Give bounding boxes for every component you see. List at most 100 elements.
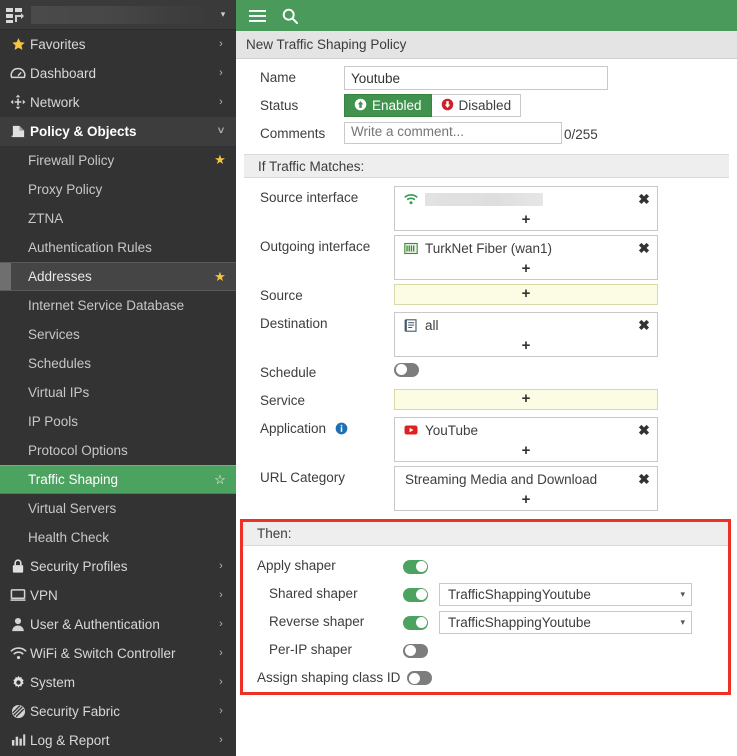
star-icon xyxy=(6,37,30,52)
add-url-category-button[interactable]: + xyxy=(395,491,657,510)
shared-shaper-dropdown[interactable]: TrafficShappingYoutube ▾ xyxy=(439,582,692,606)
match-section-header: If Traffic Matches: xyxy=(244,154,729,178)
remove-icon[interactable]: ✖ xyxy=(637,192,651,206)
outgoing-interface-box[interactable]: TurkNet Fiber (wan1) ✖ + xyxy=(394,235,658,280)
add-source-button[interactable]: + xyxy=(395,285,657,304)
add-application-button[interactable]: + xyxy=(395,442,657,461)
status-disabled-button[interactable]: Disabled xyxy=(431,94,522,117)
sidebar-item-favorites[interactable]: Favorites › xyxy=(0,30,236,59)
list-item: YouTube ✖ xyxy=(395,418,657,442)
device-selector[interactable]: ▾ xyxy=(0,0,236,30)
sidebar-item-label: WiFi & Switch Controller xyxy=(30,645,176,661)
source-interface-box[interactable]: ✖ + xyxy=(394,186,658,231)
star-icon[interactable]: ★ xyxy=(212,269,228,285)
shared-shaper-toggle[interactable] xyxy=(403,587,428,602)
sidebar-item-label: Internet Service Database xyxy=(28,297,185,313)
chevron-down-icon: ˅ xyxy=(217,125,225,137)
per-ip-shaper-label: Per-IP shaper xyxy=(269,642,353,657)
arrow-up-circle-icon xyxy=(354,98,367,114)
name-input[interactable] xyxy=(344,66,608,90)
chevron-right-icon: › xyxy=(219,676,223,688)
sidebar-item-label: Network xyxy=(30,94,80,110)
sidebar-item-firewall-policy[interactable]: Firewall Policy ★ xyxy=(0,146,236,175)
sidebar-item-vpn[interactable]: VPN › xyxy=(0,581,236,610)
destination-box[interactable]: all ✖ + xyxy=(394,312,658,357)
sidebar-item-label: Favorites xyxy=(30,36,86,52)
sidebar-item-label: Firewall Policy xyxy=(28,152,115,168)
hamburger-icon[interactable] xyxy=(249,9,266,23)
wifi-icon xyxy=(403,193,418,205)
add-destination-button[interactable]: + xyxy=(395,337,657,356)
sidebar-item-addresses[interactable]: Addresses ★ xyxy=(0,262,236,291)
remove-icon[interactable]: ✖ xyxy=(637,241,651,255)
sidebar-item-wifi-and-switch-controller[interactable]: WiFi & Switch Controller › xyxy=(0,639,236,668)
sidebar-item-services[interactable]: Services xyxy=(0,320,236,349)
sidebar-item-ip-pools[interactable]: IP Pools xyxy=(0,407,236,436)
sidebar-item-health-check[interactable]: Health Check xyxy=(0,523,236,552)
destination-label: Destination xyxy=(260,316,328,331)
sidebar-item-schedules[interactable]: Schedules xyxy=(0,349,236,378)
star-icon[interactable]: ★ xyxy=(212,152,228,168)
sidebar-item-traffic-shaping[interactable]: Traffic Shaping ☆ xyxy=(0,465,236,494)
add-outgoing-interface-button[interactable]: + xyxy=(395,260,657,279)
chevron-down-icon[interactable]: ▾ xyxy=(216,9,230,20)
comments-textarea[interactable] xyxy=(344,122,562,144)
status-enabled-label: Enabled xyxy=(372,98,422,113)
per-ip-shaper-toggle[interactable] xyxy=(403,643,428,658)
reverse-shaper-toggle[interactable] xyxy=(403,615,428,630)
sidebar-item-policy-and-objects[interactable]: Policy & Objects ˅ xyxy=(0,117,236,146)
chevron-down-icon: ▾ xyxy=(680,588,685,599)
application-label: Application xyxy=(244,417,394,443)
sidebar-item-label: Log & Report xyxy=(30,732,110,748)
outgoing-interface-label: Outgoing interface xyxy=(260,239,371,254)
schedule-toggle[interactable] xyxy=(394,362,419,377)
add-service-button[interactable]: + xyxy=(395,390,657,409)
status-enabled-button[interactable]: Enabled xyxy=(344,94,432,117)
add-source-interface-button[interactable]: + xyxy=(395,211,657,230)
url-category-value: Streaming Media and Download xyxy=(405,471,598,487)
sidebar-item-protocol-options[interactable]: Protocol Options xyxy=(0,436,236,465)
name-label: Name xyxy=(260,70,297,85)
sidebar-item-label: Security Profiles xyxy=(30,558,128,574)
sidebar-item-security-fabric[interactable]: Security Fabric › xyxy=(0,697,236,726)
remove-icon[interactable]: ✖ xyxy=(637,318,651,332)
reverse-shaper-dropdown[interactable]: TrafficShappingYoutube ▾ xyxy=(439,610,692,634)
application-box[interactable]: YouTube ✖ + xyxy=(394,417,658,462)
url-category-box[interactable]: Streaming Media and Download ✖ + xyxy=(394,466,658,511)
assign-shaping-class-id-label: Assign shaping class ID xyxy=(257,670,401,685)
sidebar: ▾ Favorites › Dashboard › Network › Poli… xyxy=(0,0,236,756)
search-icon[interactable] xyxy=(282,8,298,24)
remove-icon[interactable]: ✖ xyxy=(637,472,651,486)
page-title: New Traffic Shaping Policy xyxy=(246,37,407,52)
sidebar-item-label: ZTNA xyxy=(28,210,64,226)
sidebar-item-security-profiles[interactable]: Security Profiles › xyxy=(0,552,236,581)
sidebar-item-internet-service-database[interactable]: Internet Service Database xyxy=(0,291,236,320)
status-segmented-control: Enabled Disabled xyxy=(344,94,544,117)
assign-shaping-class-id-toggle[interactable] xyxy=(407,671,433,685)
sidebar-item-user-and-authentication[interactable]: User & Authentication › xyxy=(0,610,236,639)
sidebar-item-ztna[interactable]: ZTNA xyxy=(0,204,236,233)
chevron-right-icon: › xyxy=(219,705,223,717)
redacted-value xyxy=(425,193,543,207)
sidebar-item-label: Services xyxy=(28,326,80,342)
sidebar-item-log-and-report[interactable]: Log & Report › xyxy=(0,726,236,755)
apply-shaper-toggle[interactable] xyxy=(403,559,428,574)
info-icon[interactable] xyxy=(335,419,348,443)
sidebar-item-network[interactable]: Network › xyxy=(0,88,236,117)
sidebar-item-authentication-rules[interactable]: Authentication Rules xyxy=(0,233,236,262)
sidebar-item-virtual-servers[interactable]: Virtual Servers xyxy=(0,494,236,523)
service-box[interactable]: + xyxy=(394,389,658,410)
network-icon xyxy=(6,94,30,110)
then-section-header: Then: xyxy=(243,522,728,546)
remove-icon[interactable]: ✖ xyxy=(637,423,651,437)
source-box[interactable]: + xyxy=(394,284,658,305)
shared-shaper-label: Shared shaper xyxy=(269,586,358,601)
form-row-source-interface: Source interface ✖ + xyxy=(244,184,729,233)
sidebar-item-system[interactable]: System › xyxy=(0,668,236,697)
chevron-right-icon: › xyxy=(219,38,223,50)
sidebar-item-virtual-ips[interactable]: Virtual IPs xyxy=(0,378,236,407)
sidebar-item-proxy-policy[interactable]: Proxy Policy xyxy=(0,175,236,204)
sidebar-item-dashboard[interactable]: Dashboard › xyxy=(0,59,236,88)
wifi-icon xyxy=(6,646,30,660)
star-outline-icon[interactable]: ☆ xyxy=(212,472,228,488)
